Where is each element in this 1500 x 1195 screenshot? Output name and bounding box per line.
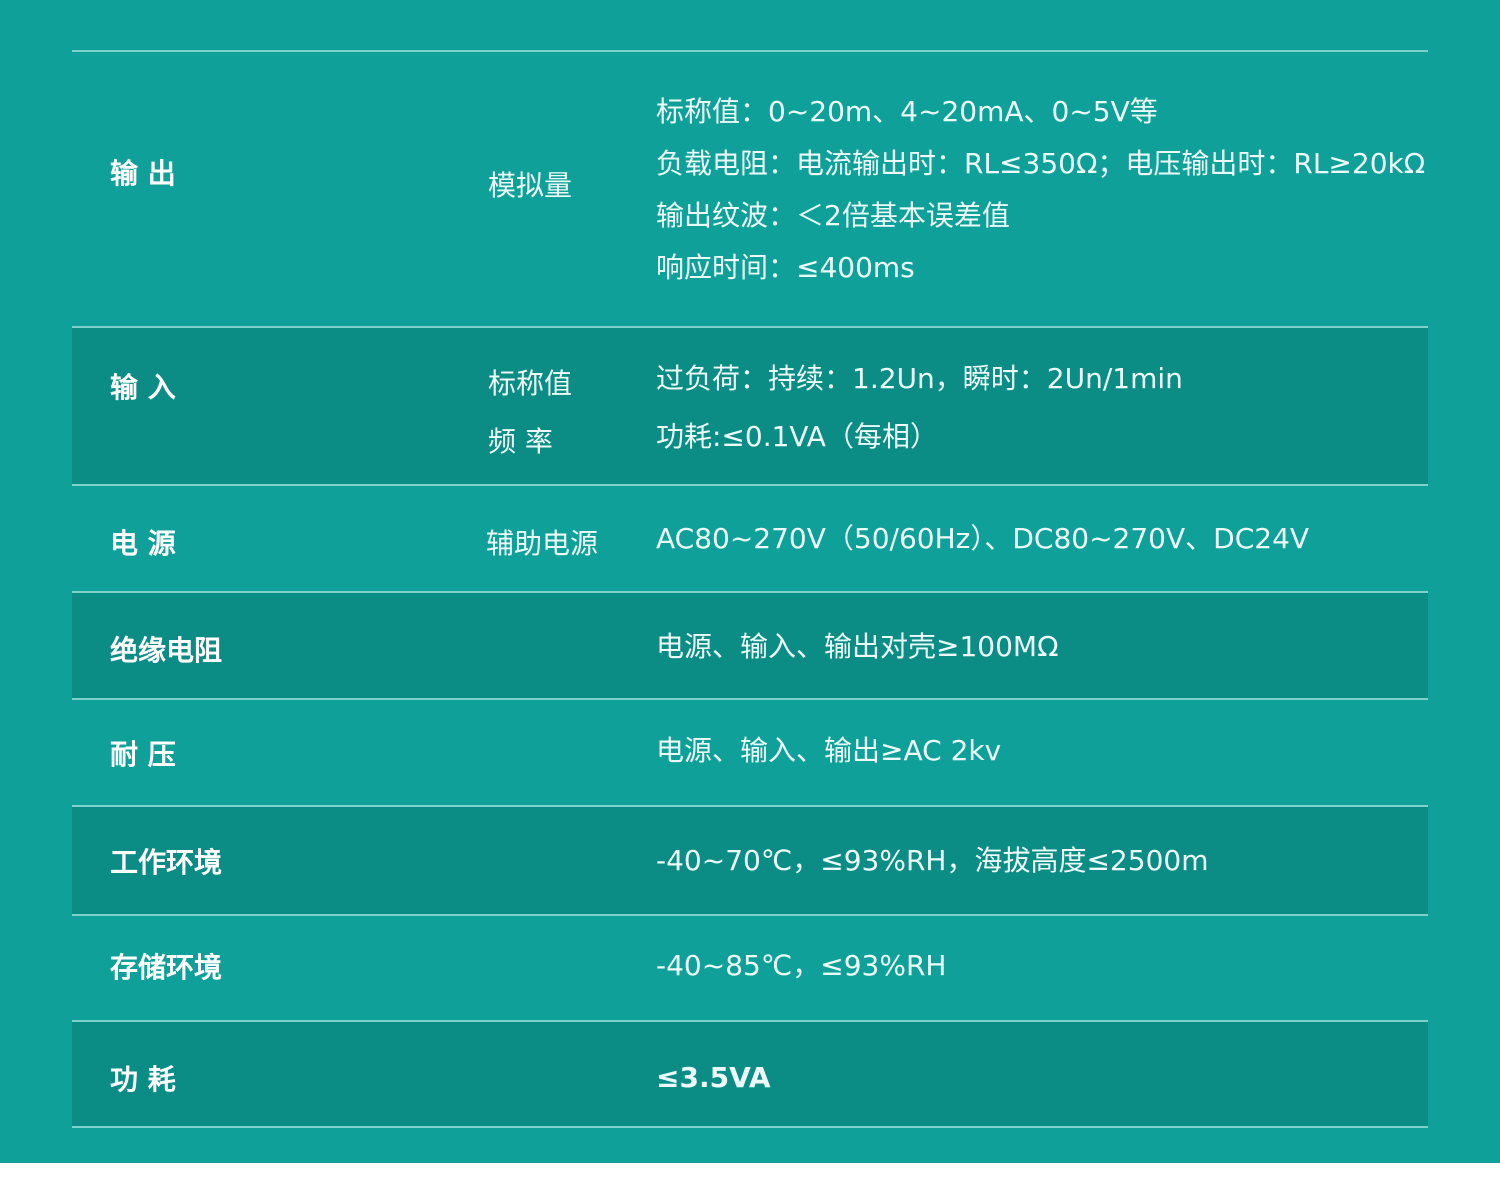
- value-line: 负载电阻：电流输出时：RL≤350Ω；电压输出时：RL≥20kΩ: [656, 147, 1426, 180]
- row-label: 耐 压: [110, 738, 176, 771]
- value-line: 电源、输入、输出≥AC 2kv: [656, 734, 1002, 767]
- row-values: 标称值：0~20m、4~20mA、0~5V等 负载电阻：电流输出时：RL≤350…: [656, 86, 1425, 294]
- row-values: ≤3.5VA: [656, 1052, 771, 1104]
- row-label: 绝缘电阻: [110, 634, 223, 667]
- row-values: AC80~270V（50/60Hz）、DC80~270V、DC24V: [656, 513, 1309, 565]
- row-values: -40~85℃，≤93%RH: [656, 940, 946, 992]
- table-row-withstand-voltage: 耐 压 电源、输入、输出≥AC 2kv: [72, 700, 1428, 807]
- row-label: 电 源: [110, 527, 176, 560]
- table-row-input: 输 入 标称值 频 率 过负荷：持续：1.2Un，瞬时：2Un/1min 功耗:…: [72, 328, 1428, 486]
- value-line: -40~85℃，≤93%RH: [656, 949, 947, 982]
- row-values: 过负荷：持续：1.2Un，瞬时：2Un/1min 功耗:≤0.1VA（每相）: [656, 350, 1183, 466]
- row-values: 电源、输入、输出≥AC 2kv: [656, 725, 1001, 777]
- row-label: 输 入: [110, 371, 176, 404]
- row-subcategory: 辅助电源: [486, 527, 599, 560]
- table-row-insulation: 绝缘电阻 电源、输入、输出对壳≥100MΩ: [72, 593, 1428, 700]
- value-line: 标称值：0~20m、4~20mA、0~5V等: [656, 95, 1158, 128]
- spec-panel: 输 出 模拟量 标称值：0~20m、4~20mA、0~5V等 负载电阻：电流输出…: [0, 0, 1500, 1163]
- row-label: 功 耗: [110, 1063, 176, 1096]
- value-line: 响应时间：≤400ms: [656, 251, 915, 284]
- row-subcategory: 标称值: [488, 367, 573, 400]
- row-label: 输 出: [110, 157, 176, 190]
- row-subcategory: 频 率: [488, 425, 553, 458]
- table-row-operating-environment: 工作环境 -40~70℃，≤93%RH，海拔高度≤2500m: [72, 807, 1428, 916]
- row-subcategory: 模拟量: [488, 169, 573, 202]
- table-row-power-supply: 电 源 辅助电源 AC80~270V（50/60Hz）、DC80~270V、DC…: [72, 486, 1428, 593]
- row-values: -40~70℃，≤93%RH，海拔高度≤2500m: [656, 835, 1208, 887]
- value-line: 输出纹波：＜2倍基本误差值: [656, 199, 1010, 232]
- value-line: 电源、输入、输出对壳≥100MΩ: [656, 630, 1059, 663]
- spec-table: 输 出 模拟量 标称值：0~20m、4~20mA、0~5V等 负载电阻：电流输出…: [72, 50, 1428, 1128]
- value-line: 功耗:≤0.1VA（每相）: [656, 420, 938, 453]
- row-values: 电源、输入、输出对壳≥100MΩ: [656, 621, 1058, 673]
- row-label: 工作环境: [110, 846, 223, 879]
- table-row-power-consumption: 功 耗 ≤3.5VA: [72, 1022, 1428, 1128]
- value-line: -40~70℃，≤93%RH，海拔高度≤2500m: [656, 844, 1209, 877]
- value-line: AC80~270V（50/60Hz）、DC80~270V、DC24V: [656, 522, 1310, 555]
- value-line: ≤3.5VA: [656, 1061, 771, 1094]
- table-row-output: 输 出 模拟量 标称值：0~20m、4~20mA、0~5V等 负载电阻：电流输出…: [72, 52, 1428, 328]
- table-row-storage-environment: 存储环境 -40~85℃，≤93%RH: [72, 916, 1428, 1022]
- value-line: 过负荷：持续：1.2Un，瞬时：2Un/1min: [656, 362, 1183, 395]
- row-label: 存储环境: [110, 951, 223, 984]
